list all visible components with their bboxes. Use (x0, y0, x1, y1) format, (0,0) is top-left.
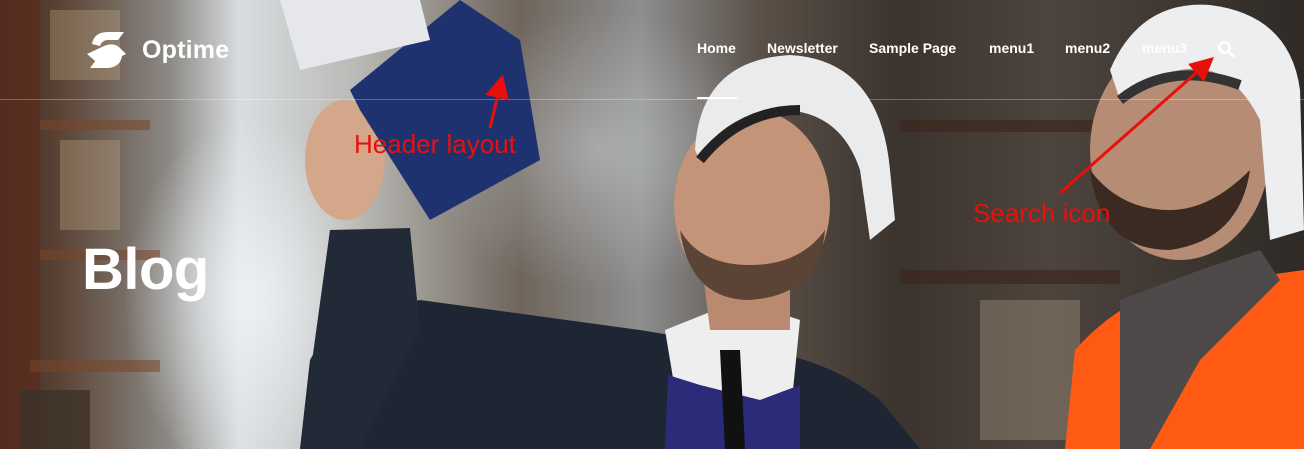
page-title: Blog (82, 237, 209, 302)
nav-item-home[interactable]: Home (697, 40, 736, 56)
search-icon[interactable] (1217, 40, 1235, 58)
main-nav: Home Newsletter Sample Page menu1 menu2 … (0, 40, 1304, 60)
annotation-header-layout: Header layout (354, 129, 516, 159)
annotation-search-icon: Search icon (973, 198, 1111, 228)
nav-item-menu3[interactable]: menu3 (1142, 40, 1187, 56)
nav-item-menu2[interactable]: menu2 (1065, 40, 1110, 56)
nav-item-sample-page[interactable]: Sample Page (869, 40, 956, 56)
nav-active-indicator (697, 97, 737, 99)
nav-item-menu1[interactable]: menu1 (989, 40, 1034, 56)
nav-item-newsletter[interactable]: Newsletter (767, 40, 838, 56)
site-header: Optime Home Newsletter Sample Page menu1… (0, 0, 1304, 100)
